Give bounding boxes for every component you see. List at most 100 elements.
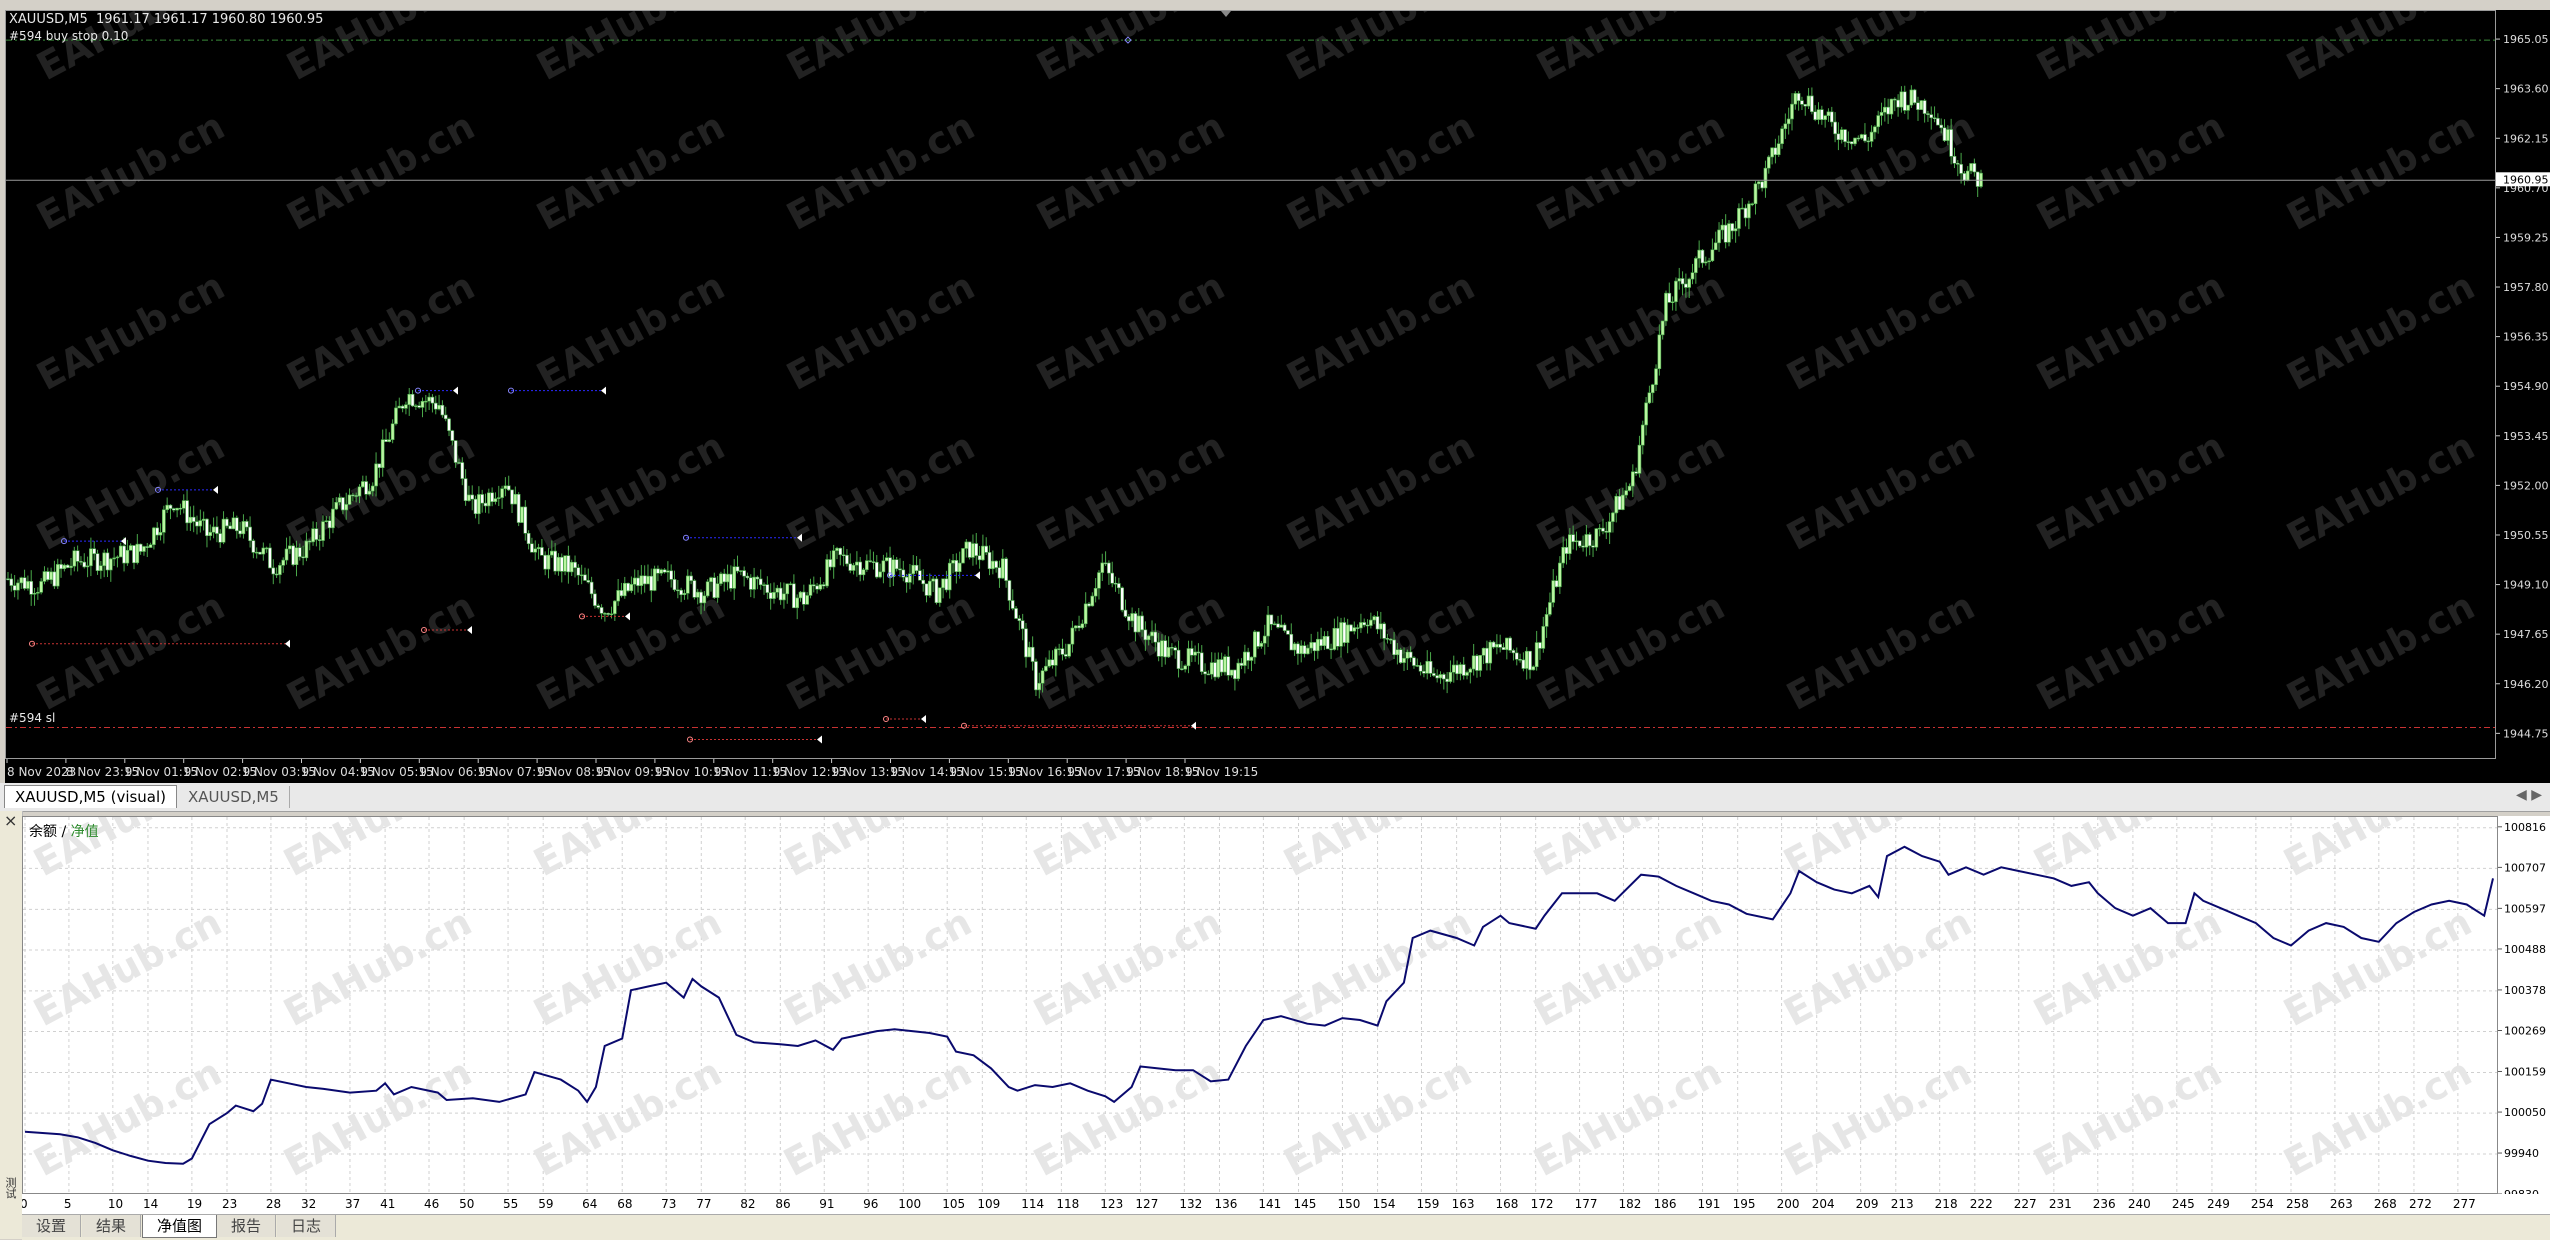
candle-body xyxy=(884,557,889,562)
candle-body xyxy=(108,558,113,571)
candle-body xyxy=(1090,595,1095,607)
candle-body xyxy=(967,541,972,558)
candle-body xyxy=(748,577,753,590)
candle-body xyxy=(785,583,790,595)
equity-y-tick-label: 99940 xyxy=(2504,1147,2539,1160)
candle-body xyxy=(1236,662,1241,680)
candle-body xyxy=(1442,674,1446,680)
equity-chart[interactable]: EAHub.cn EAHub.cn EAHub.cn EAHub.cn EAHub.cn… xyxy=(22,816,2498,1194)
candle-body xyxy=(1949,129,1953,157)
symbol-info: XAUUSD,M5 1961.17 1961.17 1960.80 1960.9… xyxy=(9,12,324,27)
equity-x-tick-label: 263 xyxy=(2330,1197,2353,1211)
candle-body xyxy=(171,508,176,511)
candle-body xyxy=(1100,562,1105,573)
candle-body xyxy=(1942,127,1947,141)
equity-x-tick-label: 231 xyxy=(2049,1197,2072,1211)
candle-body xyxy=(1800,100,1804,105)
price-tick-label: 1949.10 xyxy=(2503,579,2549,592)
equity-x-tick-label: 19 xyxy=(187,1197,202,1211)
candle-body xyxy=(1352,627,1357,632)
candle-body xyxy=(543,554,547,570)
price-tick-label: 1954.90 xyxy=(2503,380,2549,393)
candle-body xyxy=(92,548,97,554)
candle-body xyxy=(901,569,906,578)
price-chart[interactable]: EAHub.cn EAHub.cn EAHub.cn EAHub.cn EAHub.cn… xyxy=(5,10,2496,759)
candle-body xyxy=(231,517,236,530)
candle-body xyxy=(914,564,919,572)
candle-body xyxy=(1946,129,1950,141)
candle-body xyxy=(1302,645,1307,655)
candle-body xyxy=(1120,587,1124,611)
candle-body xyxy=(516,494,521,523)
equity-x-tick-label: 14 xyxy=(143,1197,158,1211)
tab-chart[interactable]: XAUUSD,M5 xyxy=(178,786,290,808)
candle-body xyxy=(1601,527,1605,532)
candle-body xyxy=(1786,118,1791,125)
candle-body xyxy=(304,540,309,559)
candle-body xyxy=(1597,527,1602,530)
candle-body xyxy=(331,508,335,529)
tab-scroll-arrows-icon[interactable]: ◀ ▶ xyxy=(2516,787,2542,803)
candle-body xyxy=(1564,547,1569,554)
tab-report[interactable]: 报告 xyxy=(217,1215,277,1237)
close-icon[interactable]: × xyxy=(4,811,17,830)
tab-journal[interactable]: 日志 xyxy=(277,1215,337,1237)
candle-body xyxy=(460,462,465,479)
equity-x-tick-label: 123 xyxy=(1100,1197,1123,1211)
candle-body xyxy=(1087,603,1091,607)
candle-body xyxy=(1375,616,1380,630)
tab-equity-graph[interactable]: 净值图 xyxy=(142,1215,218,1238)
equity-x-tick-label: 96 xyxy=(863,1197,878,1211)
buy-stop-label: #594 buy stop 0.10 xyxy=(9,29,129,43)
price-axis: 1965.05 1963.60 1962.15 1960.70 1959.25 1957.… xyxy=(2496,10,2550,759)
tab-results[interactable]: 结果 xyxy=(82,1215,142,1237)
watermark-text: EAHub.cn xyxy=(1280,264,1482,399)
candle-body xyxy=(122,545,126,564)
equity-y-tick-label: 100488 xyxy=(2504,943,2546,956)
tab-visual-chart[interactable]: XAUUSD,M5 (visual) xyxy=(4,785,178,808)
candle-body xyxy=(1249,656,1254,661)
candle-body xyxy=(1345,624,1350,643)
candle-body xyxy=(1763,167,1768,189)
watermark-text: EAHub.cn xyxy=(2027,900,2229,1035)
candle-body xyxy=(1160,640,1164,657)
candle-body xyxy=(467,494,471,501)
candle-body xyxy=(347,494,352,505)
candle-body xyxy=(1972,163,1977,173)
equity-x-tick-label: 136 xyxy=(1214,1197,1237,1211)
trade-exit-arrow-icon xyxy=(213,485,218,494)
candle-body xyxy=(1319,638,1323,647)
watermark-text: EAHub.cn xyxy=(1027,900,1229,1035)
candle-body xyxy=(1926,113,1930,115)
candle-body xyxy=(961,548,965,564)
candle-body xyxy=(1107,562,1111,574)
candle-body xyxy=(947,562,952,591)
equity-x-tick-label: 114 xyxy=(1021,1197,1044,1211)
tab-settings[interactable]: 设置 xyxy=(22,1215,82,1237)
candle-body xyxy=(745,575,750,579)
watermark-text: EAHub.cn xyxy=(1280,424,1482,559)
candle-body xyxy=(1816,109,1821,120)
candle-body xyxy=(45,571,50,580)
candle-body xyxy=(639,575,644,586)
candle-body xyxy=(536,547,541,550)
candle-body xyxy=(1707,260,1711,263)
price-tick-label: 1947.65 xyxy=(2503,628,2549,641)
candle-body xyxy=(831,550,836,568)
candle-body xyxy=(1190,648,1194,656)
candle-body xyxy=(1123,609,1128,617)
equity-x-tick-label: 68 xyxy=(617,1197,632,1211)
candle-body xyxy=(1309,642,1313,649)
candle-body xyxy=(1491,641,1496,648)
watermark-text: EAHub.cn xyxy=(780,11,982,89)
candle-body xyxy=(1332,627,1337,650)
candle-body xyxy=(1070,627,1075,645)
candle-body xyxy=(1869,131,1874,142)
candle-body xyxy=(155,527,160,536)
candle-body xyxy=(138,543,143,552)
watermark-text: EAHub.cn xyxy=(2280,11,2482,89)
watermark-text: EAHub.cn xyxy=(1277,817,1479,885)
candle-body xyxy=(596,605,601,608)
candle-body xyxy=(695,591,700,598)
equity-y-ticks: 100816 100707 100597 100488 100378 100269 1001… xyxy=(2498,821,2546,1194)
